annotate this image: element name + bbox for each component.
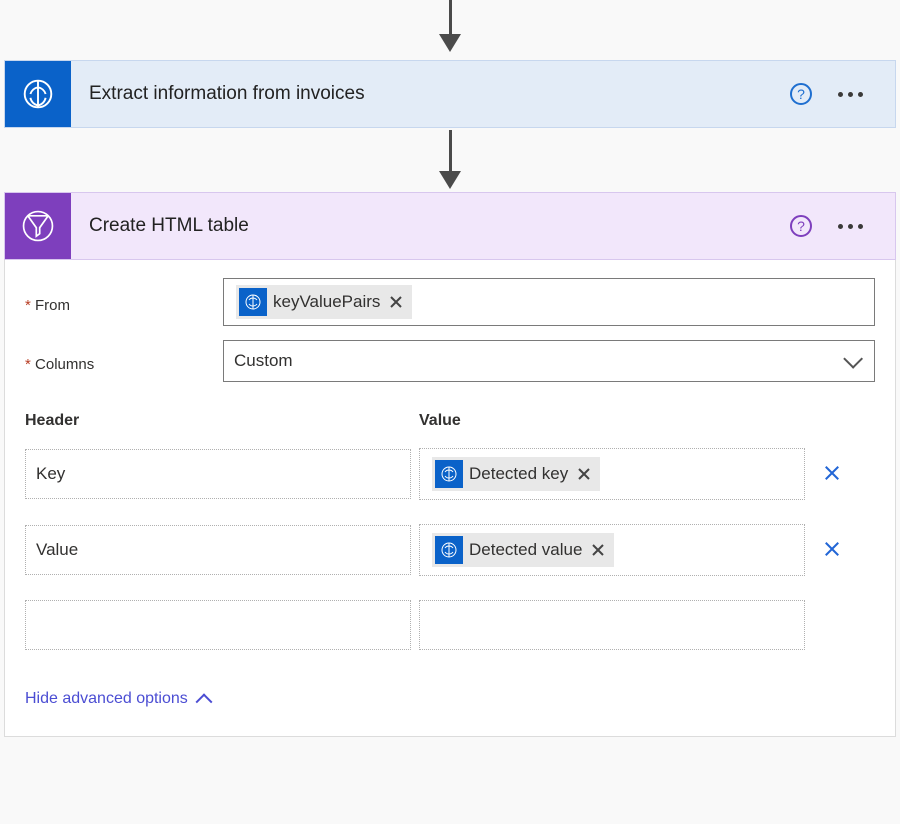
token: Detected value xyxy=(432,533,614,567)
header-input[interactable]: Value xyxy=(25,525,411,575)
step-extract-invoices[interactable]: Extract information from invoices ? xyxy=(4,60,896,128)
hide-advanced-options[interactable]: Hide advanced options xyxy=(25,690,875,708)
column-header-value: Value xyxy=(419,412,875,430)
ai-builder-icon xyxy=(5,61,71,127)
from-input[interactable]: keyValuePairs xyxy=(223,278,875,326)
connector-arrow-mid xyxy=(439,130,461,189)
mapping-row-empty xyxy=(25,600,875,650)
delete-row-icon[interactable] xyxy=(813,539,851,562)
token: Detected key xyxy=(432,457,600,491)
delete-row-icon[interactable] xyxy=(813,463,851,486)
chevron-down-icon xyxy=(843,349,863,369)
remove-token-icon[interactable] xyxy=(588,540,608,560)
header-input[interactable]: Key xyxy=(25,449,411,499)
from-label: From xyxy=(25,291,223,314)
ai-builder-icon xyxy=(435,536,463,564)
step-title: Extract information from invoices xyxy=(71,83,790,105)
help-icon[interactable]: ? xyxy=(790,83,812,105)
ai-builder-icon xyxy=(435,460,463,488)
help-icon[interactable]: ? xyxy=(790,215,812,237)
ai-builder-icon xyxy=(239,288,267,316)
mapping-row: Key Detected key xyxy=(25,448,875,500)
step-body: From keyValuePairs xyxy=(4,260,896,737)
step-create-html-table[interactable]: Create HTML table ? xyxy=(4,192,896,260)
data-operations-icon xyxy=(5,193,71,259)
value-input[interactable] xyxy=(419,600,805,650)
more-menu[interactable] xyxy=(838,224,863,229)
header-input[interactable] xyxy=(25,600,411,650)
columns-select[interactable]: Custom xyxy=(223,340,875,382)
columns-label: Columns xyxy=(25,350,223,373)
value-input[interactable]: Detected value xyxy=(419,524,805,576)
token-keyvaluepairs: keyValuePairs xyxy=(236,285,412,319)
remove-token-icon[interactable] xyxy=(386,292,406,312)
chevron-up-icon xyxy=(195,693,212,710)
connector-arrow-top xyxy=(439,0,461,52)
value-input[interactable]: Detected key xyxy=(419,448,805,500)
remove-token-icon[interactable] xyxy=(574,464,594,484)
column-header-header: Header xyxy=(25,412,419,430)
more-menu[interactable] xyxy=(838,92,863,97)
step-title: Create HTML table xyxy=(71,215,790,237)
mapping-row: Value Detected value xyxy=(25,524,875,576)
